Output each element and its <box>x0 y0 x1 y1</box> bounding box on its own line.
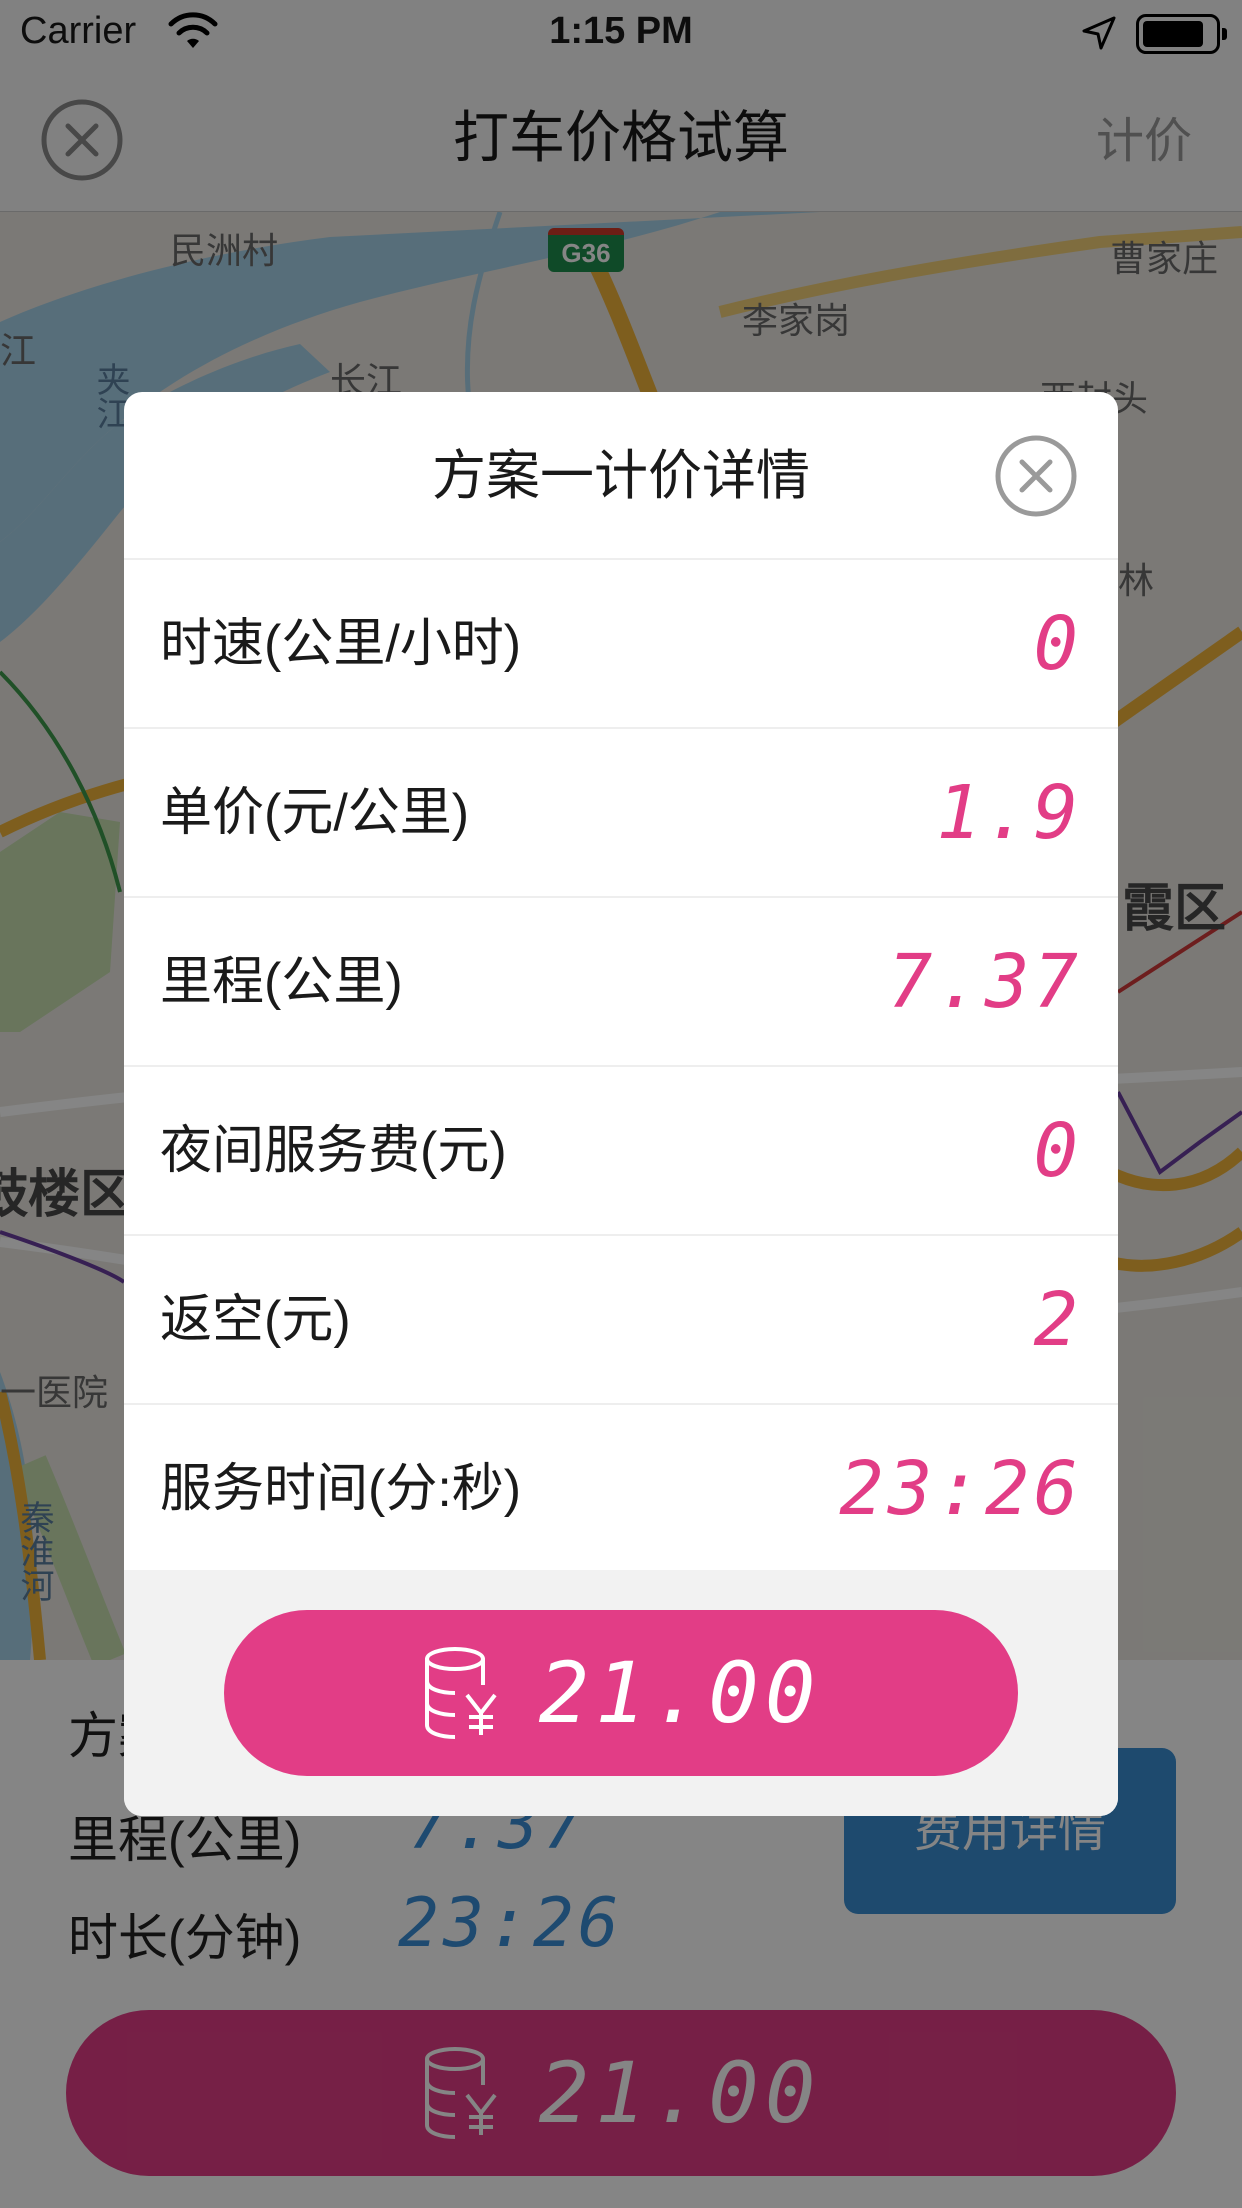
detail-value: 2 <box>1033 1277 1082 1363</box>
detail-label: 返空(元) <box>160 1291 351 1349</box>
detail-row-night-fee: 夜间服务费(元) 0 <box>124 1067 1118 1236</box>
detail-value: 1.9 <box>936 770 1082 856</box>
detail-value: 23:26 <box>839 1446 1082 1532</box>
modal-title: 方案一计价详情 <box>432 446 810 506</box>
detail-value: 7.37 <box>887 939 1082 1025</box>
detail-label: 时速(公里/小时) <box>160 615 522 673</box>
detail-row-service-time: 服务时间(分:秒) 23:26 <box>124 1405 1118 1574</box>
modal-price-button[interactable]: 21.00 <box>224 1610 1018 1776</box>
close-icon[interactable] <box>994 434 1078 518</box>
pricing-detail-modal: 方案一计价详情 时速(公里/小时) 0 单价(元/公里) 1.9 里程(公里) … <box>124 392 1118 1816</box>
coin-stack-yen-icon <box>424 1647 497 1739</box>
detail-row-return-empty: 返空(元) 2 <box>124 1236 1118 1405</box>
detail-row-distance: 里程(公里) 7.37 <box>124 898 1118 1067</box>
detail-row-speed: 时速(公里/小时) 0 <box>124 560 1118 729</box>
detail-label: 夜间服务费(元) <box>160 1122 507 1180</box>
modal-price-amount: 21.00 <box>538 1644 822 1742</box>
detail-value: 0 <box>1033 601 1082 687</box>
detail-label: 服务时间(分:秒) <box>160 1460 522 1518</box>
detail-row-unit-price: 单价(元/公里) 1.9 <box>124 729 1118 898</box>
detail-label: 单价(元/公里) <box>160 784 470 842</box>
modal-footer: 21.00 <box>124 1570 1118 1816</box>
detail-value: 0 <box>1033 1108 1082 1194</box>
detail-label: 里程(公里) <box>160 953 403 1011</box>
modal-header: 方案一计价详情 <box>124 392 1118 560</box>
